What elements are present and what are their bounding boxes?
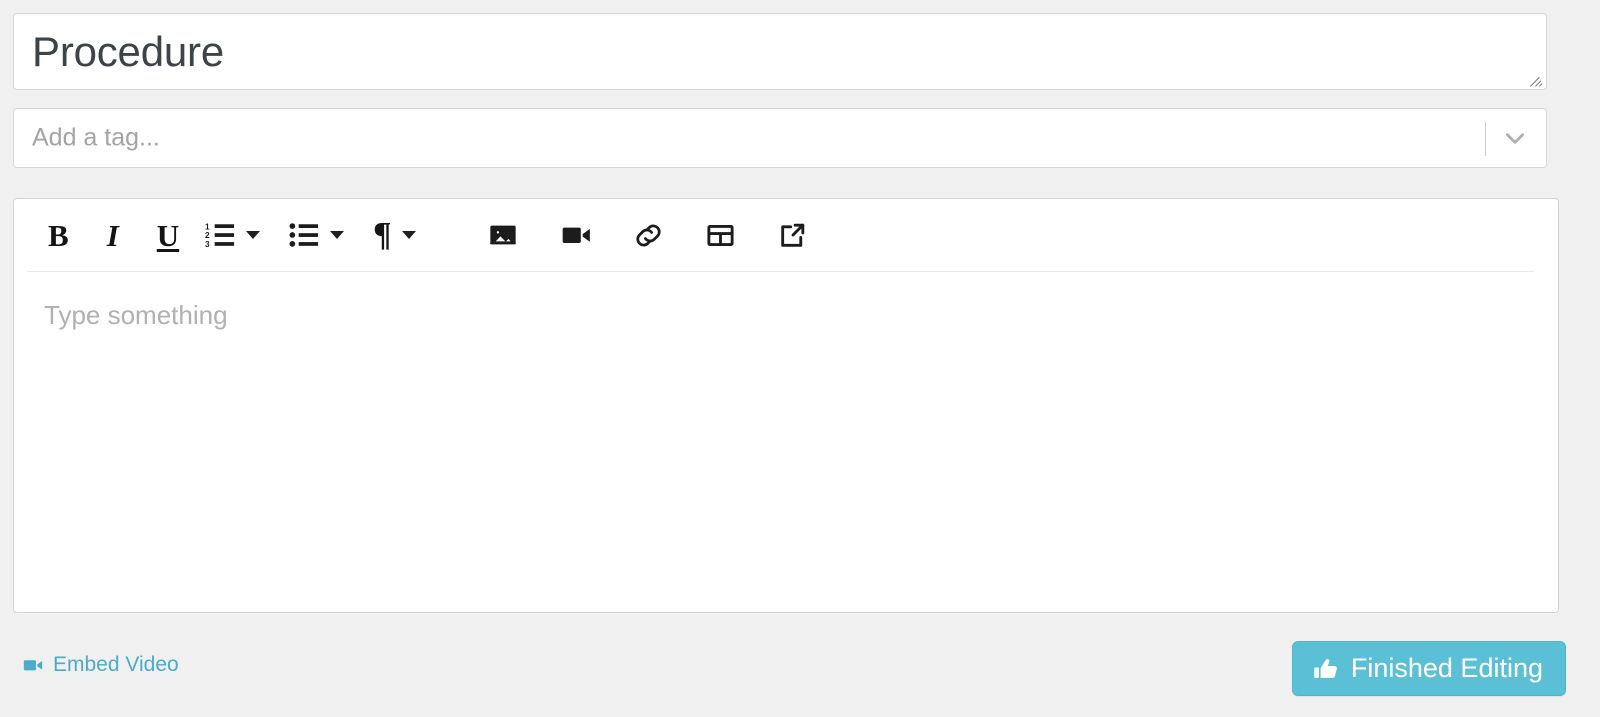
svg-text:2: 2 [205,231,210,240]
external-link-button[interactable] [777,215,808,255]
chevron-down-icon [401,231,416,239]
ordered-list-icon: 1 2 3 [205,220,236,251]
tag-placeholder-text: Add a tag... [32,123,160,152]
link-icon [633,220,664,251]
underline-icon: U [156,217,180,253]
paragraph-format-options-button[interactable] [399,215,419,255]
chevron-down-icon [330,231,345,239]
finished-editing-button[interactable]: Finished Editing [1291,641,1566,696]
insert-image-button[interactable] [487,215,519,255]
bullet-list-options-button[interactable] [327,215,347,255]
editor-placeholder-text: Type something [44,300,228,330]
underline-button[interactable]: U [157,215,179,255]
bold-icon: B [48,217,69,253]
editor-content-area[interactable]: Type something [14,272,1558,612]
italic-icon: I [106,217,119,253]
editor-toolbar: B I U 1 2 3 ¶ [14,199,1558,271]
finished-editing-label: Finished Editing [1350,653,1543,683]
tag-select[interactable]: Add a tag... [13,108,1547,168]
note-title-textarea[interactable]: Procedure [13,13,1547,90]
tag-select-separator [1485,122,1486,156]
embed-video-link[interactable]: Embed Video [22,653,179,677]
insert-link-button[interactable] [633,215,664,255]
pilcrow-icon: ¶ [373,216,392,253]
bullet-list-button[interactable] [289,215,320,255]
note-title-value[interactable]: Procedure [32,27,224,77]
bold-button[interactable]: B [48,215,69,255]
rich-text-editor-panel: B I U 1 2 3 ¶ Type something [13,198,1559,613]
insert-video-button[interactable] [560,215,592,255]
external-link-icon [777,220,808,251]
table-icon [705,220,736,251]
insert-table-button[interactable] [705,215,736,255]
embed-video-label: Embed Video [53,653,179,676]
ordered-list-options-button[interactable] [243,215,263,255]
paragraph-format-button[interactable]: ¶ [373,215,391,255]
video-camera-icon [560,219,592,251]
chevron-down-icon[interactable] [1501,124,1529,152]
svg-text:1: 1 [205,222,210,231]
video-camera-icon [22,654,44,676]
textarea-resize-handle[interactable] [1529,72,1544,87]
ordered-list-button[interactable]: 1 2 3 [205,215,236,255]
italic-button[interactable]: I [107,215,119,255]
chevron-down-icon [246,231,261,239]
editor-footer: Embed Video Finished Editing [0,613,1600,717]
image-icon [487,219,519,251]
svg-text:3: 3 [205,239,210,248]
bullet-list-icon [289,220,320,251]
thumbs-up-icon [1313,656,1339,682]
note-editor-page: Procedure Add a tag... B I U 1 2 3 ¶ Typ… [0,0,1600,717]
